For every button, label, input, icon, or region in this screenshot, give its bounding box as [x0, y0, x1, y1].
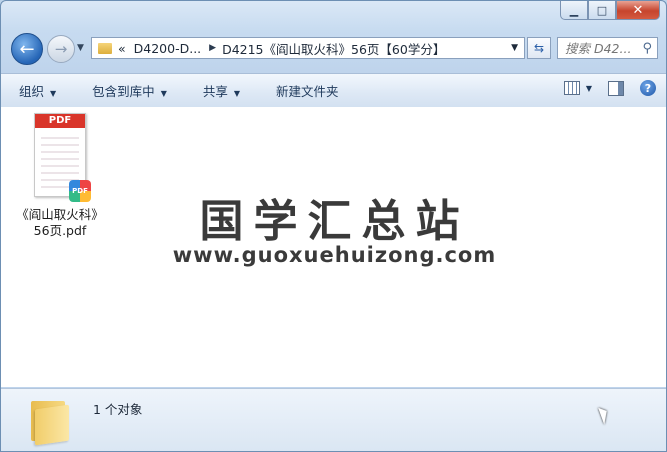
share-label: 共享: [202, 84, 228, 99]
breadcrumb-item-parent[interactable]: D4200-D...: [134, 41, 202, 56]
pdf-type-label: PDF: [35, 114, 85, 128]
right-arrow-icon: →: [54, 40, 68, 58]
item-count: 1 个对象: [93, 402, 143, 417]
search-box[interactable]: ⚲: [557, 37, 658, 59]
explorer-window: ▁ □ ✕ ← → ▼ « D4200-D... ▶ D4215《阎山取火科》5…: [0, 0, 667, 452]
organize-menu[interactable]: 组织 ▼: [1, 81, 74, 100]
chevron-down-icon: ▼: [77, 43, 84, 53]
chevron-down-icon: ▼: [160, 89, 167, 98]
view-options-button[interactable]: ▼: [563, 81, 592, 95]
refresh-icon: ⇆: [533, 41, 545, 55]
folder-icon: [98, 42, 112, 54]
view-icon: [563, 81, 580, 95]
folder-icon: [31, 395, 71, 446]
recent-pages-dropdown[interactable]: ▼: [77, 43, 84, 53]
toolbar-right-group: ▼ ?: [563, 80, 656, 96]
share-menu[interactable]: 共享 ▼: [185, 81, 258, 100]
chevron-down-icon: ▼: [233, 89, 241, 98]
search-icon[interactable]: ⚲: [642, 41, 652, 56]
organize-label: 组织: [19, 84, 45, 99]
minimize-button[interactable]: ▁: [560, 1, 588, 20]
chevron-right-icon[interactable]: ▶: [209, 43, 216, 53]
chevron-down-icon: ▼: [50, 89, 57, 98]
breadcrumb-overflow[interactable]: «: [118, 41, 126, 56]
file-list-area[interactable]: PDF PDF 《阎山取火科》 56页.pdf 国学汇总站 www.guoxue…: [1, 107, 666, 387]
forward-button[interactable]: →: [47, 35, 75, 63]
mouse-cursor-icon: [598, 405, 611, 425]
include-library-label: 包含到库中: [92, 84, 155, 99]
maximize-button[interactable]: □: [588, 1, 616, 20]
address-bar[interactable]: « D4200-D... ▶ D4215《阎山取火科》56页【60学分】 ▼: [91, 37, 525, 59]
watermark-url: www.guoxuehuizong.com: [172, 243, 497, 267]
help-icon[interactable]: ?: [640, 80, 656, 96]
left-arrow-icon: ←: [19, 38, 35, 60]
refresh-button[interactable]: ⇆: [527, 37, 551, 59]
search-input[interactable]: [563, 39, 639, 57]
caption-buttons: ▁ □ ✕: [560, 1, 660, 20]
navigation-bar: ← → ▼ « D4200-D... ▶ D4215《阎山取火科》56页【60学…: [9, 31, 658, 67]
new-folder-button[interactable]: 新建文件夹: [258, 81, 357, 100]
preview-pane-icon[interactable]: [608, 80, 624, 96]
command-bar: 组织 ▼ 包含到库中 ▼ 共享 ▼ 新建文件夹 ▼ ?: [1, 73, 666, 108]
details-pane: 1 个对象: [1, 388, 666, 451]
chevron-down-icon: ▼: [585, 83, 592, 93]
address-dropdown-icon[interactable]: ▼: [511, 43, 518, 53]
back-button[interactable]: ←: [11, 33, 43, 65]
breadcrumb-item-current[interactable]: D4215《阎山取火科》56页【60学分】: [222, 39, 445, 58]
watermark-title: 国学汇总站: [199, 196, 470, 247]
close-button[interactable]: ✕: [616, 1, 660, 20]
include-in-library-menu[interactable]: 包含到库中 ▼: [74, 81, 185, 100]
